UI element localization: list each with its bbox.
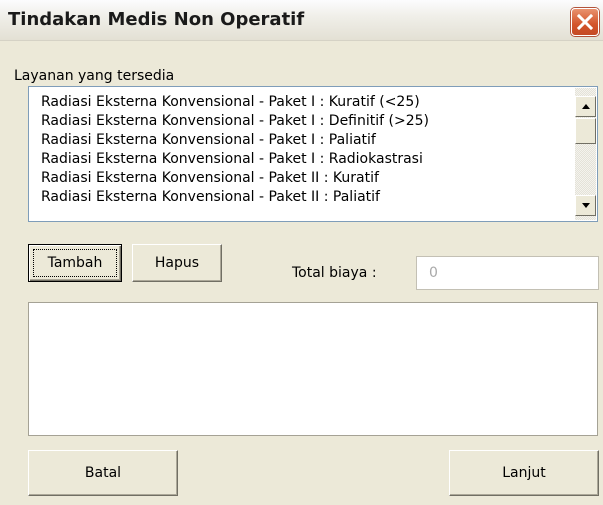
total-cost-label: Total biaya : [292,265,377,281]
list-item[interactable]: Radiasi Eksterna Konvensional - Paket II… [29,188,573,207]
services-scrollbar[interactable] [575,88,596,220]
list-item[interactable]: Radiasi Eksterna Konvensional - Paket I … [29,93,573,112]
total-cost-field[interactable]: 0 [416,256,599,290]
remove-button-label: Hapus [154,255,200,271]
close-button[interactable] [571,8,599,36]
services-list: Radiasi Eksterna Konvensional - Paket I … [29,87,573,221]
add-button[interactable]: Tambah [28,244,122,282]
scroll-down-button[interactable] [575,195,596,216]
scroll-thumb[interactable] [575,118,596,144]
selected-services-box[interactable] [28,302,598,436]
cancel-button[interactable]: Batal [28,450,178,496]
dialog-window: Tindakan Medis Non Operatif Layanan yang… [0,0,603,505]
services-label: Layanan yang tersedia [14,68,175,84]
title-bar[interactable]: Tindakan Medis Non Operatif [0,0,603,41]
cancel-button-label: Batal [84,465,122,481]
arrow-down-icon [582,203,590,208]
close-icon [577,14,593,30]
next-button-label: Lanjut [502,465,546,481]
list-item[interactable]: Radiasi Eksterna Konvensional - Paket I … [29,150,573,169]
add-button-label: Tambah [47,255,103,271]
next-button[interactable]: Lanjut [449,450,599,496]
list-item[interactable]: Radiasi Eksterna Konvensional - Paket I … [29,131,573,150]
scroll-up-button[interactable] [575,96,596,117]
services-listbox[interactable]: Radiasi Eksterna Konvensional - Paket I … [28,86,598,222]
list-item[interactable]: Radiasi Eksterna Konvensional - Paket II… [29,169,573,188]
arrow-up-icon [582,104,590,109]
window-title: Tindakan Medis Non Operatif [8,9,305,30]
list-item[interactable]: Radiasi Eksterna Konvensional - Paket I … [29,112,573,131]
remove-button[interactable]: Hapus [132,244,222,282]
